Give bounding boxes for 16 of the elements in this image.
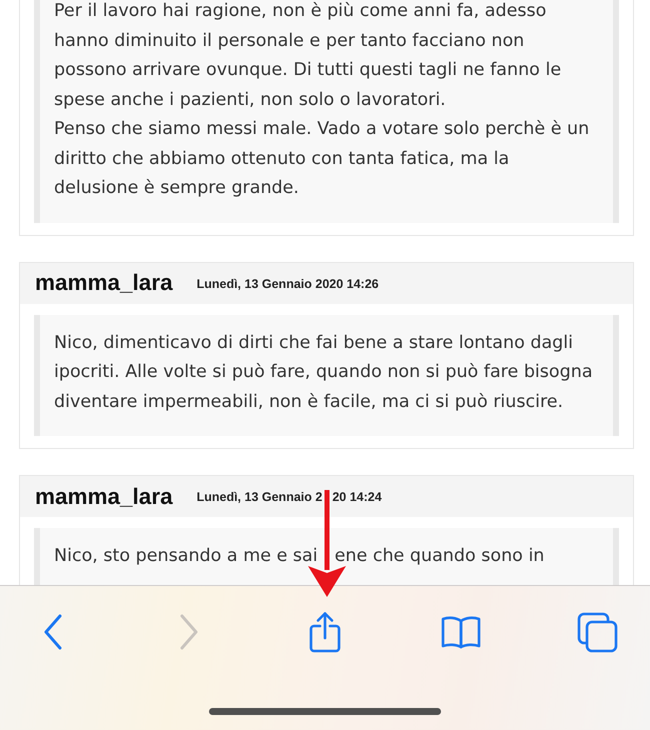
open-book-icon: [441, 615, 482, 649]
tabs-button[interactable]: [577, 611, 618, 653]
two-squares-icon: [577, 612, 618, 652]
chevron-right-icon: [178, 614, 199, 650]
comment-text: Penso che siamo messi male. Vado a votare solo perchè è un diritto che abbiamo ottenuto con tanta fatica, ma la delusione è sempre grande.: [54, 118, 590, 200]
comment-text: Nico, sto pensando a me e sai: [54, 545, 318, 568]
post-date: 20 14:24: [332, 489, 382, 506]
chevron-left-icon: [42, 614, 62, 650]
comment-text: Per il lavoro hai ragione, non è più come anni fa, adesso hanno diminuito il personale e per tanto facciano non possono arrivare ovunque. Di tutti questi tagli ne fanno le spese anche i pazienti, non solo o lavoratori.: [54, 0, 562, 112]
share-icon: [308, 611, 342, 653]
post-date: Lunedì, 13 Gennaio 2: [196, 489, 322, 506]
username: mamma_lara: [35, 482, 173, 511]
username: mamma_lara: [35, 269, 173, 298]
post-date: Lunedì, 13 Gennaio 2020 14:26: [196, 276, 379, 293]
comment-text: Nico, dimenticavo di dirti che fai bene a stare lontano dagli ipocriti. Alle volte si può fare, quando non si può fare bisogna diventare impermeabili, non è facile, ma ci si può riuscire.: [54, 332, 594, 414]
comment-text: ene che quando sono in: [334, 545, 544, 568]
